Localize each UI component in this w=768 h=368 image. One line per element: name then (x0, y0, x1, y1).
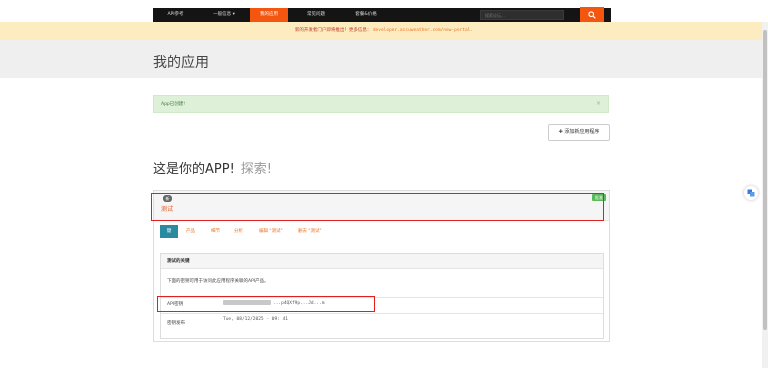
nav-general-info[interactable]: 一般信息 ▾ (201, 8, 247, 22)
status-badge: 批准 (592, 194, 606, 201)
title-band (0, 40, 762, 78)
api-key-text: ...p4QXf9p...Jd...m (273, 301, 325, 306)
navbar: API参考 一般信息 ▾ 我的应用 常见问题 套餐&价格 (153, 8, 611, 22)
nav-pricing[interactable]: 套餐&价格 (341, 8, 391, 22)
redacted-mask (223, 300, 271, 305)
search-icon (588, 11, 596, 19)
translate-float-button[interactable] (744, 186, 758, 200)
add-app-label: 添加新应用程序 (564, 129, 600, 135)
tab-edit[interactable]: 编辑 "测试" (259, 225, 283, 238)
app-panel-header[interactable]: 新 测试 批准 (154, 191, 609, 221)
app-name[interactable]: 测试 (161, 204, 173, 213)
app-panel: 新 测试 批准 键 产品 细节 分析 编辑 "测试" 删去 "测试" 测试的关键… (153, 190, 610, 342)
tab-keys[interactable]: 键 (160, 225, 178, 238)
api-key-value[interactable]: ...p4QXf9p...Jd...m (223, 300, 324, 306)
tab-analytics[interactable]: 分析 (234, 225, 243, 238)
announcement-link[interactable]: developer.accuweather.com/new-portal. (373, 28, 473, 33)
page-title: 我的应用 (153, 55, 209, 71)
divider (161, 313, 603, 314)
tab-products[interactable]: 产品 (186, 225, 195, 238)
keys-box: 测试的关键 下面的密钥可用于访问此应用程序关联的API产品。 API密钥 ...… (160, 253, 604, 339)
section-title-text: 这是你的APP! (153, 162, 235, 177)
alert-close-button[interactable]: × (596, 100, 601, 107)
search-button[interactable] (580, 7, 604, 22)
api-key-label: API密钥 (167, 302, 184, 307)
keys-description: 下面的密钥可用于访问此应用程序关联的API产品。 (167, 279, 269, 284)
new-badge: 新 (163, 195, 172, 202)
divider (161, 297, 603, 298)
nav-my-apps[interactable]: 我的应用 (250, 8, 288, 22)
key-issued-label: 密钥发布 (167, 321, 185, 326)
plus-icon: ✚ (558, 129, 563, 135)
alert-message: App已创建! (161, 102, 186, 107)
keys-heading: 测试的关键 (161, 254, 603, 269)
translate-icon (747, 189, 755, 197)
section-title: 这是你的APP! 探索! (153, 158, 272, 177)
add-app-button[interactable]: ✚ 添加新应用程序 (548, 124, 610, 141)
top-navigation: API参考 一般信息 ▾ 我的应用 常见问题 套餐&价格 (0, 0, 768, 22)
scrollbar-thumb[interactable] (763, 30, 767, 330)
search-input[interactable] (480, 10, 564, 20)
section-subtitle: 探索! (240, 162, 273, 177)
success-alert: App已创建! × (153, 95, 609, 113)
announcement-text: 新的开发者门户即将推出！更多信息： (294, 28, 372, 33)
nav-api-reference[interactable]: API参考 (153, 8, 198, 22)
nav-faq[interactable]: 常见问题 (293, 8, 339, 22)
announcement-bar: 新的开发者门户即将推出！更多信息： developer.accuweather.… (0, 22, 768, 40)
tab-details[interactable]: 细节 (211, 225, 220, 238)
key-issued-value: Tue, 08/12/2025 - 09: 41 (223, 317, 289, 322)
tab-delete[interactable]: 删去 "测试" (298, 225, 322, 238)
